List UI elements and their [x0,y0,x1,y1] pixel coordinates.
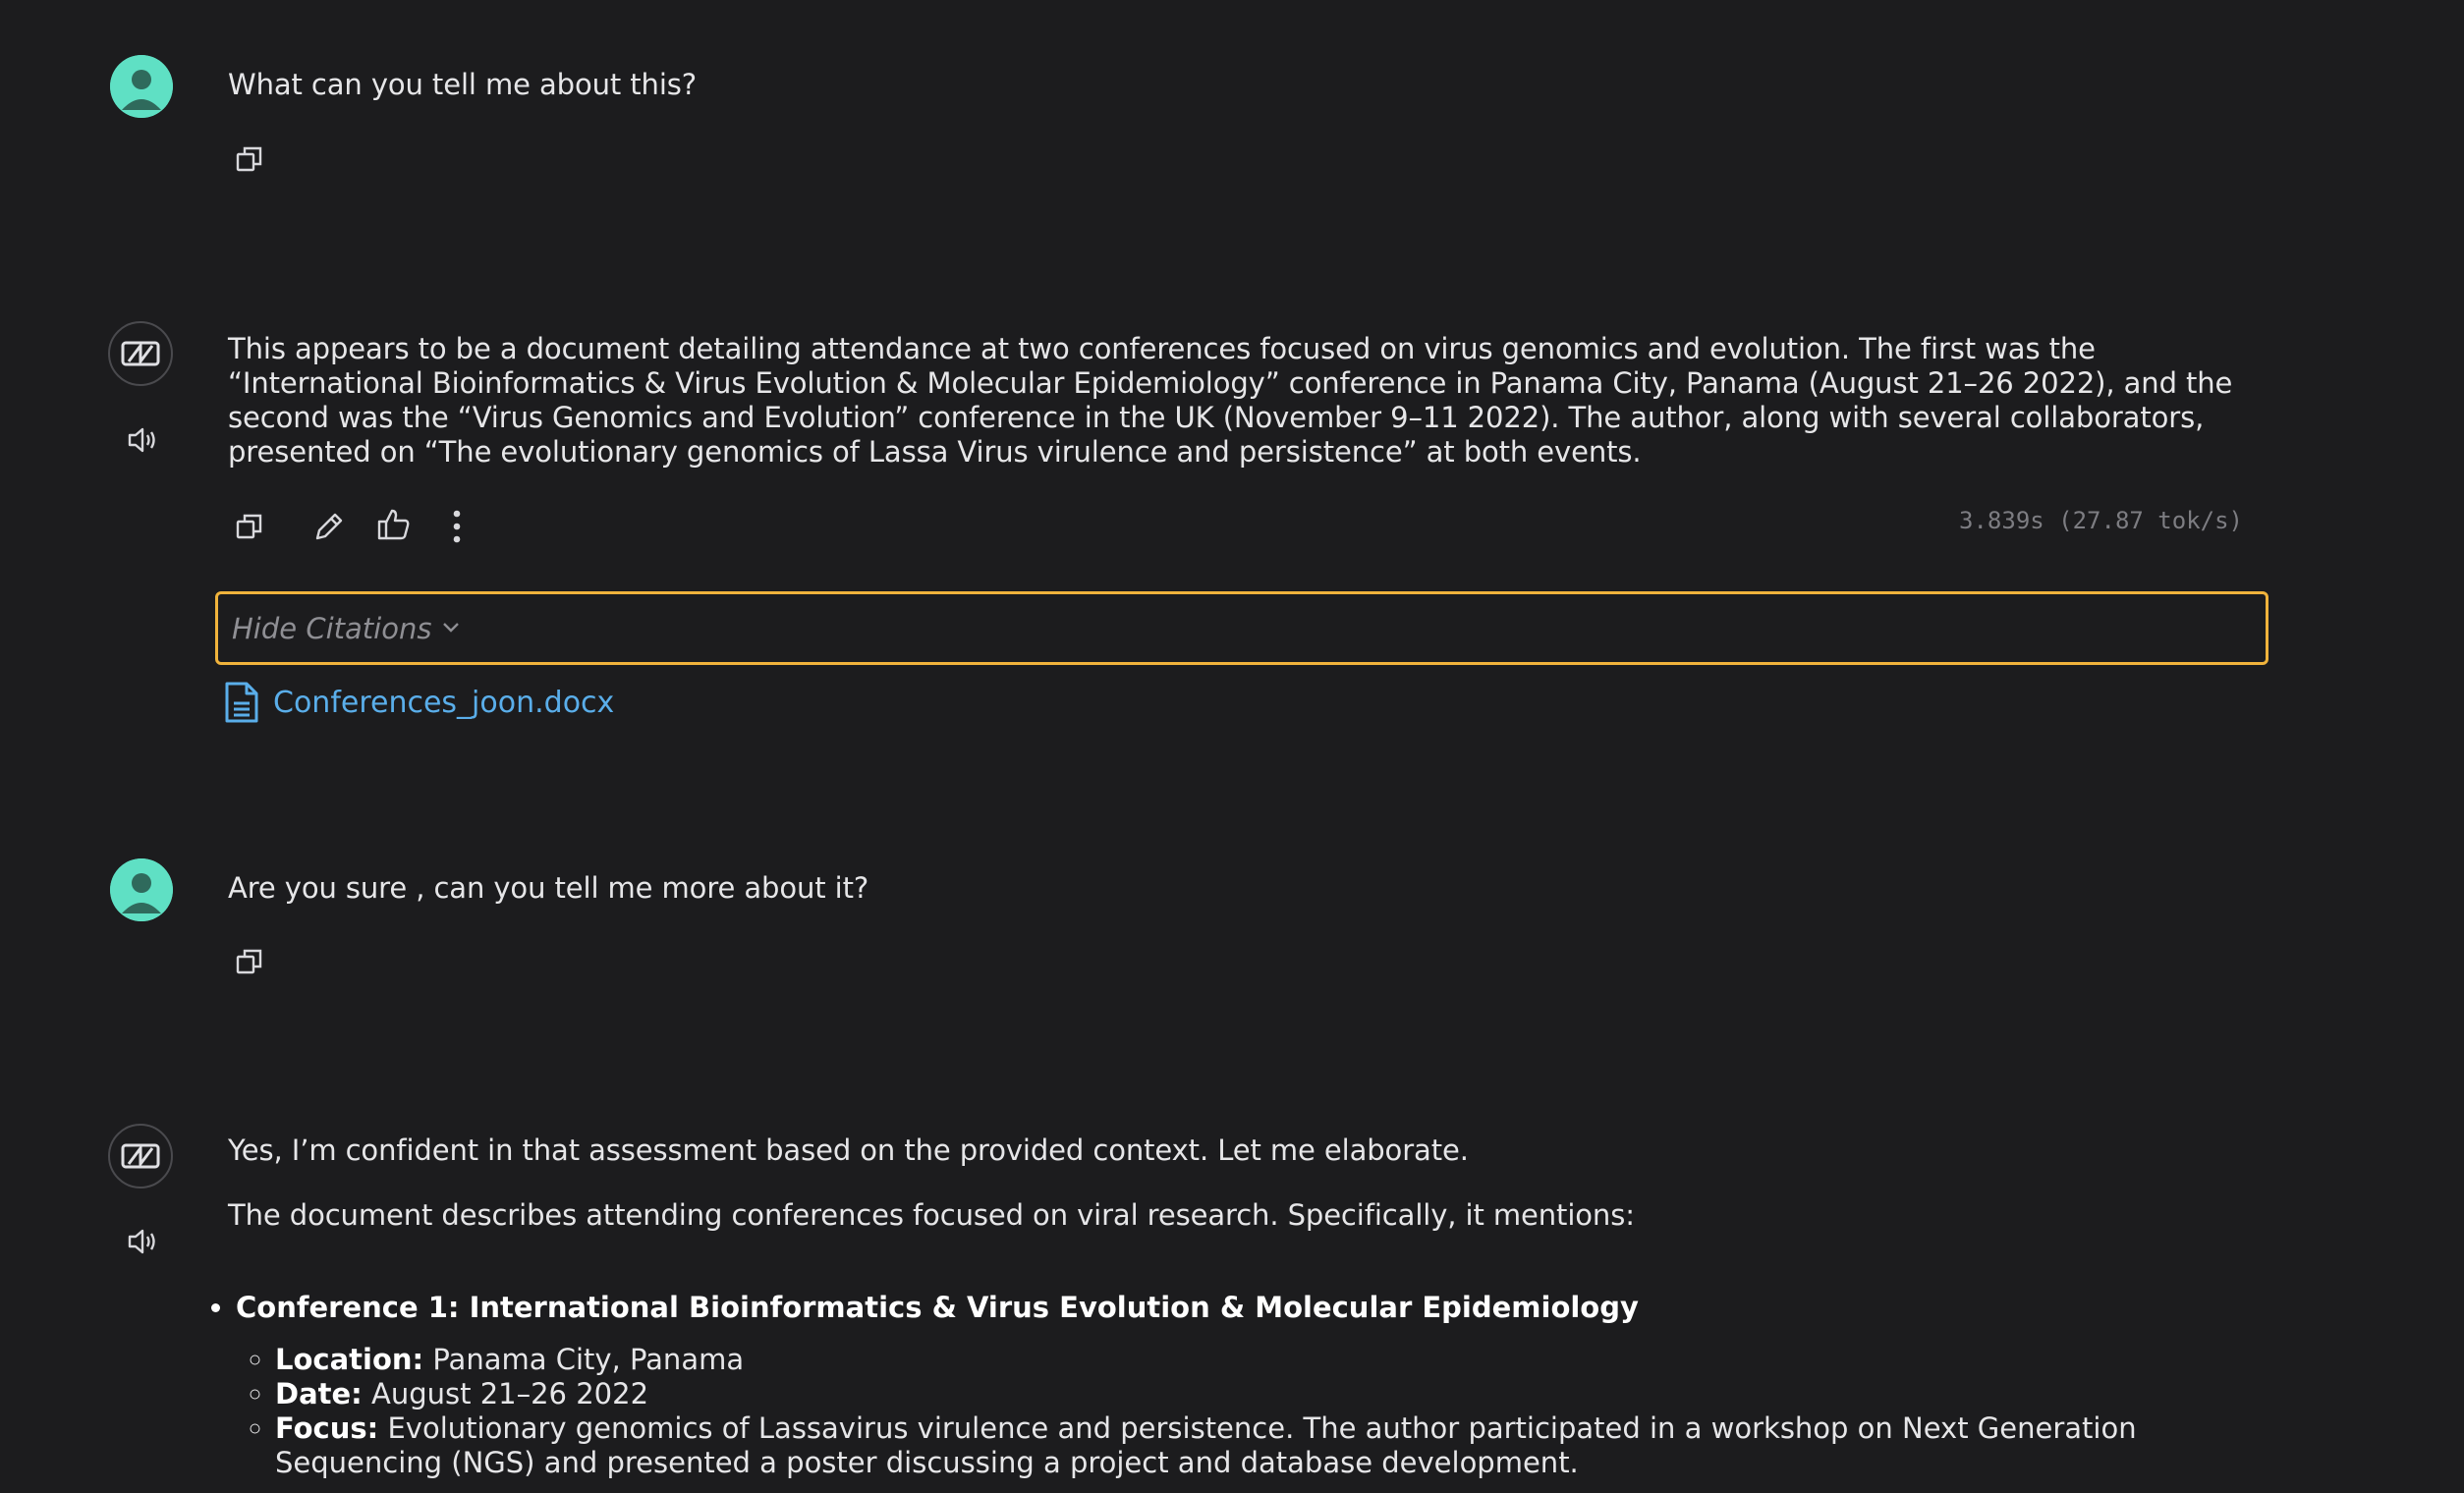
conference-list: Conference 1: International Bioinformati… [206,1291,2269,1480]
list-item: Location: Panama City, Panama [275,1343,2269,1377]
user-avatar [110,858,173,921]
date-value: August 21–26 2022 [362,1377,649,1410]
user-message-text: What can you tell me about this? [228,68,698,101]
copy-icon [236,146,262,172]
conference-title: Conference 1: International Bioinformati… [236,1291,1639,1324]
speaker-icon[interactable] [124,420,163,460]
hide-citations-label: Hide Citations [232,611,432,645]
edit-button[interactable] [308,505,351,548]
focus-label: Focus: [275,1411,379,1445]
speaker-icon[interactable] [124,1222,163,1261]
copy-icon [236,949,262,974]
generation-stats: 3.839s (27.87 tok/s) [1959,507,2243,534]
copy-button[interactable] [228,138,271,181]
document-icon [225,682,258,723]
more-options-button[interactable] [435,505,478,548]
hide-citations-button[interactable]: Hide Citations [215,591,2268,665]
chevron-down-icon [443,622,460,633]
copy-button[interactable] [228,940,271,983]
location-label: Location: [275,1343,424,1376]
assistant-message-text: This appears to be a document detailing … [228,332,2233,469]
chat-thread: What can you tell me about this? This ap… [0,0,2464,1493]
user-message-text: Are you sure , can you tell me more abou… [228,871,869,905]
list-item: Date: August 21–26 2022 [275,1377,2269,1411]
like-button[interactable] [372,503,416,546]
list-item: Conference 1: International Bioinformati… [236,1291,2269,1480]
citation-filename: Conferences_joon.docx [273,685,615,720]
thumbs-up-icon [377,509,410,540]
copy-icon [236,514,262,539]
assistant-message-paragraph: Yes, I’m confident in that assessment ba… [228,1134,1469,1167]
focus-value: Evolutionary genomics of Lassavirus viru… [275,1411,2137,1479]
location-value: Panama City, Panama [423,1343,745,1376]
list-item: Focus: Evolutionary genomics of Lassavir… [275,1411,2269,1480]
copy-button[interactable] [228,505,271,548]
assistant-message-paragraph: The document describes attending confere… [228,1198,1635,1232]
date-label: Date: [275,1377,363,1410]
more-vertical-icon [453,510,461,543]
model-logo-icon [108,321,173,386]
pencil-icon [315,513,343,540]
model-logo-icon [108,1124,173,1189]
citation-link[interactable]: Conferences_joon.docx [224,681,614,724]
user-avatar [110,55,173,118]
